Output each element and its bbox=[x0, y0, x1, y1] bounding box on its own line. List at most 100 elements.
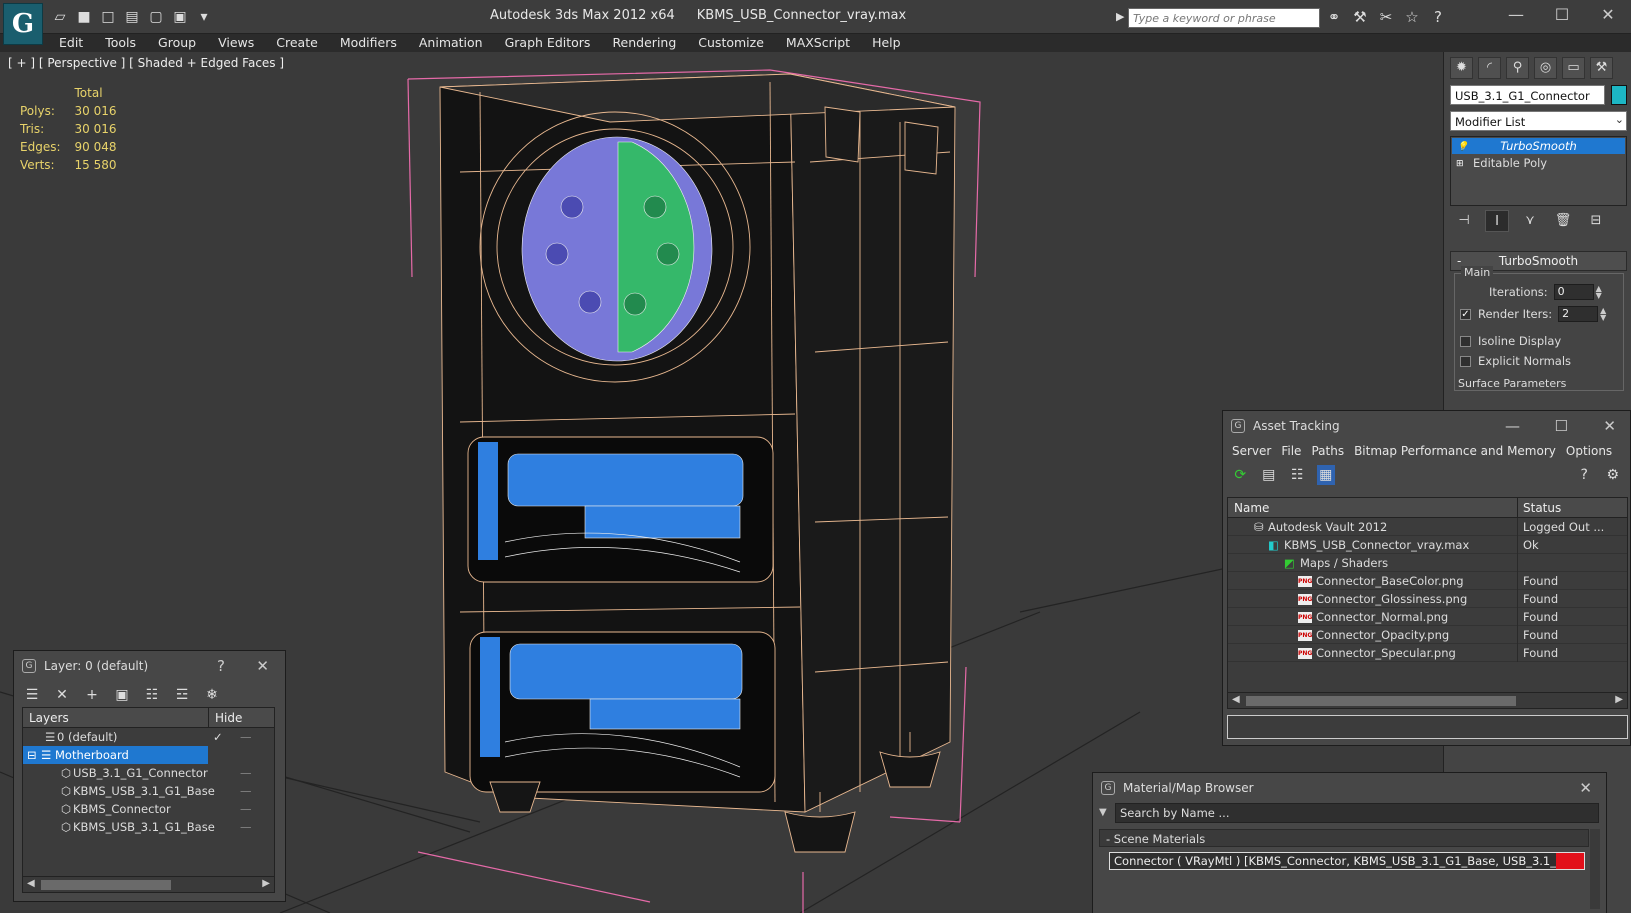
col-status[interactable]: Status bbox=[1517, 498, 1561, 518]
col-layers[interactable]: Layers bbox=[29, 708, 69, 728]
explicit-normals-checkbox[interactable] bbox=[1460, 355, 1471, 367]
menu-animation[interactable]: Animation bbox=[408, 35, 494, 50]
expand-plus-icon[interactable]: ⊞ bbox=[1456, 156, 1465, 169]
scroll-left-icon[interactable]: ◀ bbox=[27, 878, 35, 889]
lightbulb-icon[interactable]: 💡 bbox=[1457, 139, 1468, 152]
app-logo[interactable]: G bbox=[3, 3, 43, 45]
menu-create[interactable]: Create bbox=[265, 35, 329, 50]
favorites-star-icon[interactable]: ☆ bbox=[1402, 7, 1422, 27]
configure-modifier-sets-icon[interactable]: ⊟ bbox=[1584, 210, 1608, 232]
pin-stack-icon[interactable]: ⊣ bbox=[1452, 210, 1476, 232]
menu-tools[interactable]: Tools bbox=[94, 35, 147, 50]
make-unique-icon[interactable]: ⋎ bbox=[1518, 210, 1542, 232]
search-expand-icon[interactable]: ▶ bbox=[1116, 10, 1124, 23]
object-color-swatch[interactable] bbox=[1611, 85, 1627, 105]
layer-row[interactable]: ⬡ KBMS_USB_3.1_G1_Base — bbox=[23, 782, 274, 800]
new-layer-icon[interactable]: ☰ bbox=[22, 685, 42, 705]
checkmark-icon[interactable]: ✓ bbox=[213, 728, 223, 746]
material-search-input[interactable]: Search by Name ... bbox=[1115, 803, 1599, 823]
viewport-label[interactable]: [ + ] [ Perspective ] [ Shaded + Edged F… bbox=[8, 56, 284, 70]
menu-server[interactable]: Server bbox=[1227, 444, 1276, 458]
redo-icon[interactable]: ▣ bbox=[170, 8, 190, 26]
layer-row[interactable]: ⬡ KBMS_Connector — bbox=[23, 800, 274, 818]
create-tab-icon[interactable]: ✹ bbox=[1450, 57, 1473, 79]
asset-row[interactable]: PNG Connector_Specular.png Found bbox=[1228, 644, 1627, 662]
object-name-field[interactable]: USB_3.1_G1_Connector bbox=[1450, 85, 1605, 105]
close-button[interactable]: ✕ bbox=[256, 657, 269, 675]
isoline-checkbox[interactable] bbox=[1460, 335, 1471, 347]
asset-row[interactable]: PNG Connector_Opacity.png Found bbox=[1228, 626, 1627, 644]
col-hide[interactable]: Hide bbox=[208, 708, 242, 728]
asset-row[interactable]: PNG Connector_Normal.png Found bbox=[1228, 608, 1627, 626]
add-to-layer-icon[interactable]: + bbox=[82, 685, 102, 705]
menu-graph-editors[interactable]: Graph Editors bbox=[494, 35, 602, 50]
menu-modifiers[interactable]: Modifiers bbox=[329, 35, 408, 50]
asset-row[interactable]: ⛁ Autodesk Vault 2012 Logged Out ... bbox=[1228, 518, 1627, 536]
material-item[interactable]: Connector ( VRayMtl ) [KBMS_Connector, K… bbox=[1109, 852, 1585, 870]
menu-customize[interactable]: Customize bbox=[687, 35, 775, 50]
hide-toggle[interactable]: — bbox=[240, 818, 252, 836]
menu-rendering[interactable]: Rendering bbox=[601, 35, 687, 50]
stack-item-editable-poly[interactable]: ⊞ Editable Poly bbox=[1451, 155, 1626, 171]
motion-tab-icon[interactable]: ◎ bbox=[1534, 57, 1557, 79]
iterations-spinner[interactable]: 0 bbox=[1553, 284, 1594, 300]
menu-bitmap-performance[interactable]: Bitmap Performance and Memory bbox=[1349, 444, 1561, 458]
help-icon[interactable]: ? bbox=[1428, 7, 1448, 27]
tree-view-icon[interactable]: ☷ bbox=[1288, 465, 1307, 485]
asset-row[interactable]: PNG Connector_BaseColor.png Found bbox=[1228, 572, 1627, 590]
menu-options[interactable]: Options bbox=[1561, 444, 1617, 458]
modifier-list-dropdown[interactable]: Modifier List ⌄ bbox=[1450, 111, 1627, 131]
menu-paths[interactable]: Paths bbox=[1306, 444, 1349, 458]
menu-maxscript[interactable]: MAXScript bbox=[775, 35, 861, 50]
show-end-result-icon[interactable]: I bbox=[1485, 210, 1509, 232]
refresh-icon[interactable]: ⟳ bbox=[1231, 465, 1250, 485]
horizontal-scrollbar[interactable]: ◀ ▶ bbox=[23, 876, 274, 892]
hide-toggle[interactable]: — bbox=[240, 800, 252, 818]
render-iters-checkbox[interactable]: ✓ bbox=[1460, 308, 1471, 320]
hide-toggle[interactable]: — bbox=[240, 764, 252, 782]
close-button[interactable]: ✕ bbox=[1579, 779, 1592, 797]
keyword-search-input[interactable]: Type a keyword or phrase bbox=[1128, 8, 1320, 28]
vertical-scrollbar[interactable] bbox=[1590, 829, 1600, 909]
new-scene-icon[interactable]: □ bbox=[98, 8, 118, 26]
maximize-button[interactable]: ☐ bbox=[1539, 0, 1585, 30]
utilities-tab-icon[interactable]: ⚒ bbox=[1590, 57, 1613, 79]
scene-materials-header[interactable]: - Scene Materials bbox=[1099, 829, 1589, 847]
hide-toggle[interactable]: — bbox=[240, 782, 252, 800]
minimize-button[interactable]: — bbox=[1505, 417, 1520, 435]
layer-row[interactable]: ⬡ USB_3.1_G1_Connector — bbox=[23, 764, 274, 782]
asset-row[interactable]: ◩ Maps / Shaders bbox=[1228, 554, 1627, 572]
modify-tab-icon[interactable]: ◜ bbox=[1478, 57, 1501, 79]
help-icon[interactable]: ? bbox=[1575, 465, 1594, 485]
stack-item-turbosmooth[interactable]: 💡 TurboSmooth bbox=[1452, 138, 1625, 154]
menu-file[interactable]: File bbox=[1276, 444, 1306, 458]
display-tab-icon[interactable]: ▭ bbox=[1562, 57, 1585, 79]
open-file-icon[interactable]: ▱ bbox=[50, 8, 70, 26]
horizontal-scrollbar[interactable]: ◀ ▶ bbox=[1228, 692, 1627, 708]
remove-modifier-icon[interactable]: 🗑 bbox=[1551, 210, 1575, 232]
layer-row[interactable]: ☰ 0 (default) ✓ — bbox=[23, 728, 274, 746]
hold-icon[interactable]: ▤ bbox=[122, 8, 142, 26]
spinner-arrows-icon[interactable]: ▲ ▼ bbox=[1600, 307, 1610, 322]
binoculars-icon[interactable]: ⚭ bbox=[1324, 7, 1344, 27]
menu-group[interactable]: Group bbox=[147, 35, 207, 50]
asset-path-field[interactable] bbox=[1227, 715, 1628, 739]
help-button[interactable]: ? bbox=[217, 657, 225, 675]
table-view-icon[interactable]: ▦ bbox=[1316, 465, 1335, 485]
minimize-button[interactable]: — bbox=[1493, 0, 1539, 30]
scroll-thumb[interactable] bbox=[1246, 696, 1516, 706]
scroll-right-icon[interactable]: ▶ bbox=[1615, 694, 1623, 705]
options-dropdown-icon[interactable]: ▼ bbox=[1099, 807, 1107, 818]
menu-views[interactable]: Views bbox=[207, 35, 265, 50]
select-objects-icon[interactable]: ▣ bbox=[112, 685, 132, 705]
highlight-layer-icon[interactable]: ☷ bbox=[142, 685, 162, 705]
hide-toggle[interactable]: — bbox=[240, 728, 252, 746]
freeze-all-icon[interactable]: ❄ bbox=[202, 685, 222, 705]
exchange-icon[interactable]: ✂ bbox=[1376, 7, 1396, 27]
save-icon[interactable]: ■ bbox=[74, 8, 94, 26]
close-button[interactable]: ✕ bbox=[1585, 0, 1631, 30]
scroll-right-icon[interactable]: ▶ bbox=[262, 878, 270, 889]
collapse-icon[interactable]: ⊟ bbox=[27, 746, 37, 764]
delete-layer-icon[interactable]: ✕ bbox=[52, 685, 72, 705]
asset-tracking-titlebar[interactable]: G Asset Tracking — ☐ ✕ bbox=[1223, 411, 1630, 441]
